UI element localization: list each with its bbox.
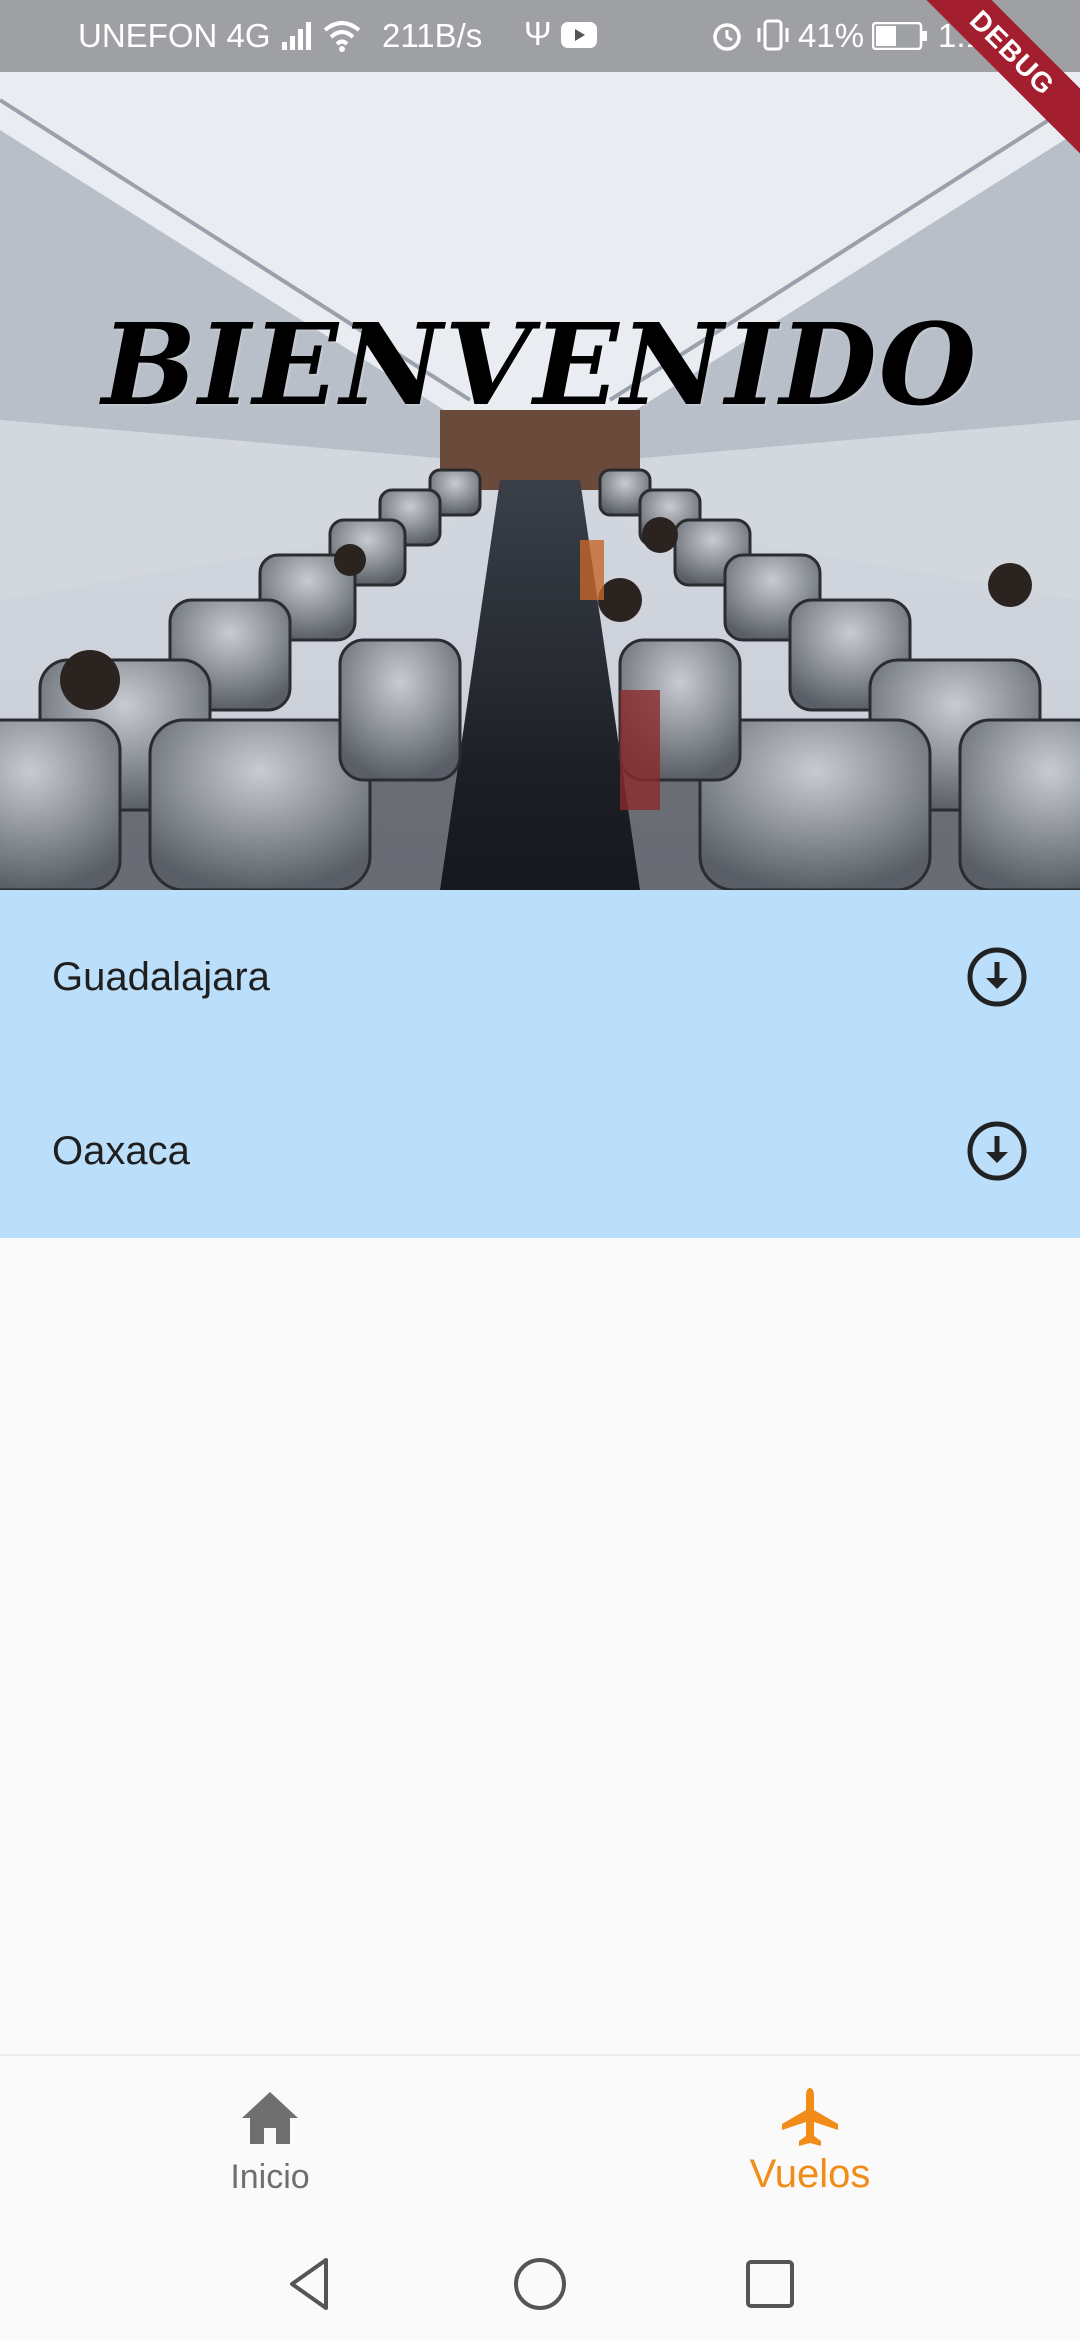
home-icon <box>242 2092 298 2144</box>
home-circle-icon[interactable] <box>508 2252 572 2316</box>
list-item-label: Guadalajara <box>52 955 270 999</box>
list-item-guadalajara[interactable]: Guadalajara <box>0 890 1080 1064</box>
destination-list: Guadalajara Oaxaca <box>0 890 1080 1238</box>
back-icon[interactable] <box>278 2252 342 2316</box>
airplane-cabin-photo <box>0 0 1080 890</box>
signal-icon <box>282 22 311 50</box>
welcome-title: BIENVENIDO <box>101 300 979 431</box>
bottom-navigation: Inicio Vuelos <box>0 2054 1080 2232</box>
list-item-oaxaca[interactable]: Oaxaca <box>0 1064 1080 1238</box>
hero-image: BIENVENIDO <box>0 0 1080 890</box>
battery-icon <box>872 22 927 50</box>
usb-icon: Ψ <box>524 15 552 52</box>
status-bar: UNEFON 4G 211B/s Ψ 41% 1:15 DEBUG <box>0 0 1080 162</box>
nav-item-inicio[interactable]: Inicio <box>0 2056 540 2232</box>
youtube-icon <box>561 22 597 48</box>
download-circle-icon[interactable] <box>966 946 1028 1008</box>
nav-label-inicio: Inicio <box>230 2158 310 2196</box>
airplane-icon <box>782 2088 838 2146</box>
carrier-label: UNEFON 4G <box>78 17 271 54</box>
battery-percent: 41% <box>798 17 865 54</box>
nav-item-vuelos[interactable]: Vuelos <box>540 2056 1080 2232</box>
recents-icon[interactable] <box>738 2252 802 2316</box>
system-navigation-bar <box>0 2230 1080 2340</box>
net-speed: 211B/s <box>382 17 483 54</box>
alarm-icon <box>713 23 741 51</box>
wifi-icon <box>323 21 361 52</box>
vibrate-icon <box>757 19 789 51</box>
list-item-label: Oaxaca <box>52 1129 190 1173</box>
nav-label-vuelos: Vuelos <box>749 2152 871 2196</box>
download-circle-icon[interactable] <box>966 1120 1028 1182</box>
